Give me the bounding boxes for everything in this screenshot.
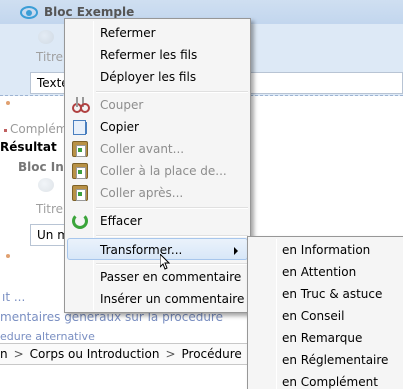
menu-item-couper[interactable]: Couper: [67, 94, 248, 116]
paste-icon: [72, 185, 88, 201]
chevron-right-icon: [234, 247, 238, 255]
menu-item-copier[interactable]: Copier: [67, 116, 248, 138]
submenu-item-conseil[interactable]: en Conseil: [282, 305, 344, 327]
bullet-marker: [4, 129, 7, 132]
breadcrumb-item[interactable]: Corps ou Introduction: [30, 347, 160, 361]
menu-item-label: Transformer...: [100, 243, 183, 257]
menu-separator: [96, 207, 248, 209]
refresh-icon: [72, 213, 88, 229]
menu-item-transformer[interactable]: Transformer...: [67, 238, 248, 260]
titre-placeholder: Titre: [36, 202, 64, 216]
transformer-submenu: en Information en Attention en Truc & as…: [247, 236, 403, 389]
cursor-icon: [160, 254, 170, 270]
menu-item-label: Copier: [100, 120, 139, 134]
menu-item-label: Insérer un commentaire: [100, 292, 245, 306]
menu-item-coller-apres[interactable]: Coller après...: [67, 182, 248, 204]
submenu-item-attention[interactable]: en Attention: [282, 261, 356, 283]
menu-item-label: Coller à la place de...: [100, 164, 227, 178]
breadcrumb-item[interactable]: Procédure: [182, 347, 242, 361]
paste-icon: [72, 141, 88, 157]
menu-item-passer-commentaire[interactable]: Passer en commentaire: [67, 266, 248, 288]
paste-icon: [72, 163, 88, 179]
context-menu: Refermer Refermer les fils Déployer les …: [64, 18, 251, 313]
submenu-item-reglementaire[interactable]: en Réglementaire: [282, 349, 388, 371]
menu-item-inserer-commentaire[interactable]: Insérer un commentaire: [67, 288, 248, 310]
menu-item-label: Refermer: [100, 26, 156, 40]
drag-marker[interactable]: [6, 254, 10, 258]
menu-item-coller-avant[interactable]: Coller avant...: [67, 138, 248, 160]
submenu-item-information[interactable]: en Information: [282, 239, 370, 261]
menu-item-label: Passer en commentaire: [100, 270, 242, 284]
menu-item-label: Déployer les fils: [100, 70, 197, 84]
menu-item-label: Coller après...: [100, 186, 184, 200]
scissors-icon: [72, 97, 90, 113]
link-etat[interactable]: ıt ...: [2, 290, 25, 304]
breadcrumb-separator: >: [13, 347, 24, 361]
menu-item-refermer[interactable]: Refermer: [67, 22, 248, 44]
menu-item-label: Refermer les fils: [100, 48, 198, 62]
menu-item-effacer[interactable]: Effacer: [67, 210, 248, 232]
menu-separator: [96, 235, 248, 237]
breadcrumb-separator: >: [165, 347, 176, 361]
menu-item-label: Couper: [100, 98, 144, 112]
menu-item-label: Coller avant...: [100, 142, 185, 156]
menu-separator: [96, 263, 248, 265]
ghost-icon: [38, 178, 54, 192]
link-procedure-alternative[interactable]: edure alternative: [0, 330, 95, 343]
copy-icon: [73, 120, 87, 135]
menu-separator: [96, 91, 248, 93]
menu-gutter: [276, 239, 277, 389]
drag-marker[interactable]: [6, 101, 10, 105]
menu-item-refermer-fils[interactable]: Refermer les fils: [67, 44, 248, 66]
menu-item-coller-place[interactable]: Coller à la place de...: [67, 160, 248, 182]
submenu-item-remarque[interactable]: en Remarque: [282, 327, 362, 349]
submenu-item-truc-astuce[interactable]: en Truc & astuce: [282, 283, 382, 305]
eye-icon[interactable]: [20, 6, 38, 19]
menu-item-deployer-fils[interactable]: Déployer les fils: [67, 66, 248, 88]
bloc-exemple-title: Bloc Exemple: [44, 5, 135, 19]
ghost-icon: [38, 30, 54, 44]
menu-item-label: Effacer: [100, 214, 143, 228]
titre-placeholder: Titre: [36, 50, 64, 64]
submenu-item-complement[interactable]: en Complément: [282, 371, 378, 389]
resultat-label: Résultat: [0, 140, 57, 154]
breadcrumb-item[interactable]: n: [0, 347, 8, 361]
